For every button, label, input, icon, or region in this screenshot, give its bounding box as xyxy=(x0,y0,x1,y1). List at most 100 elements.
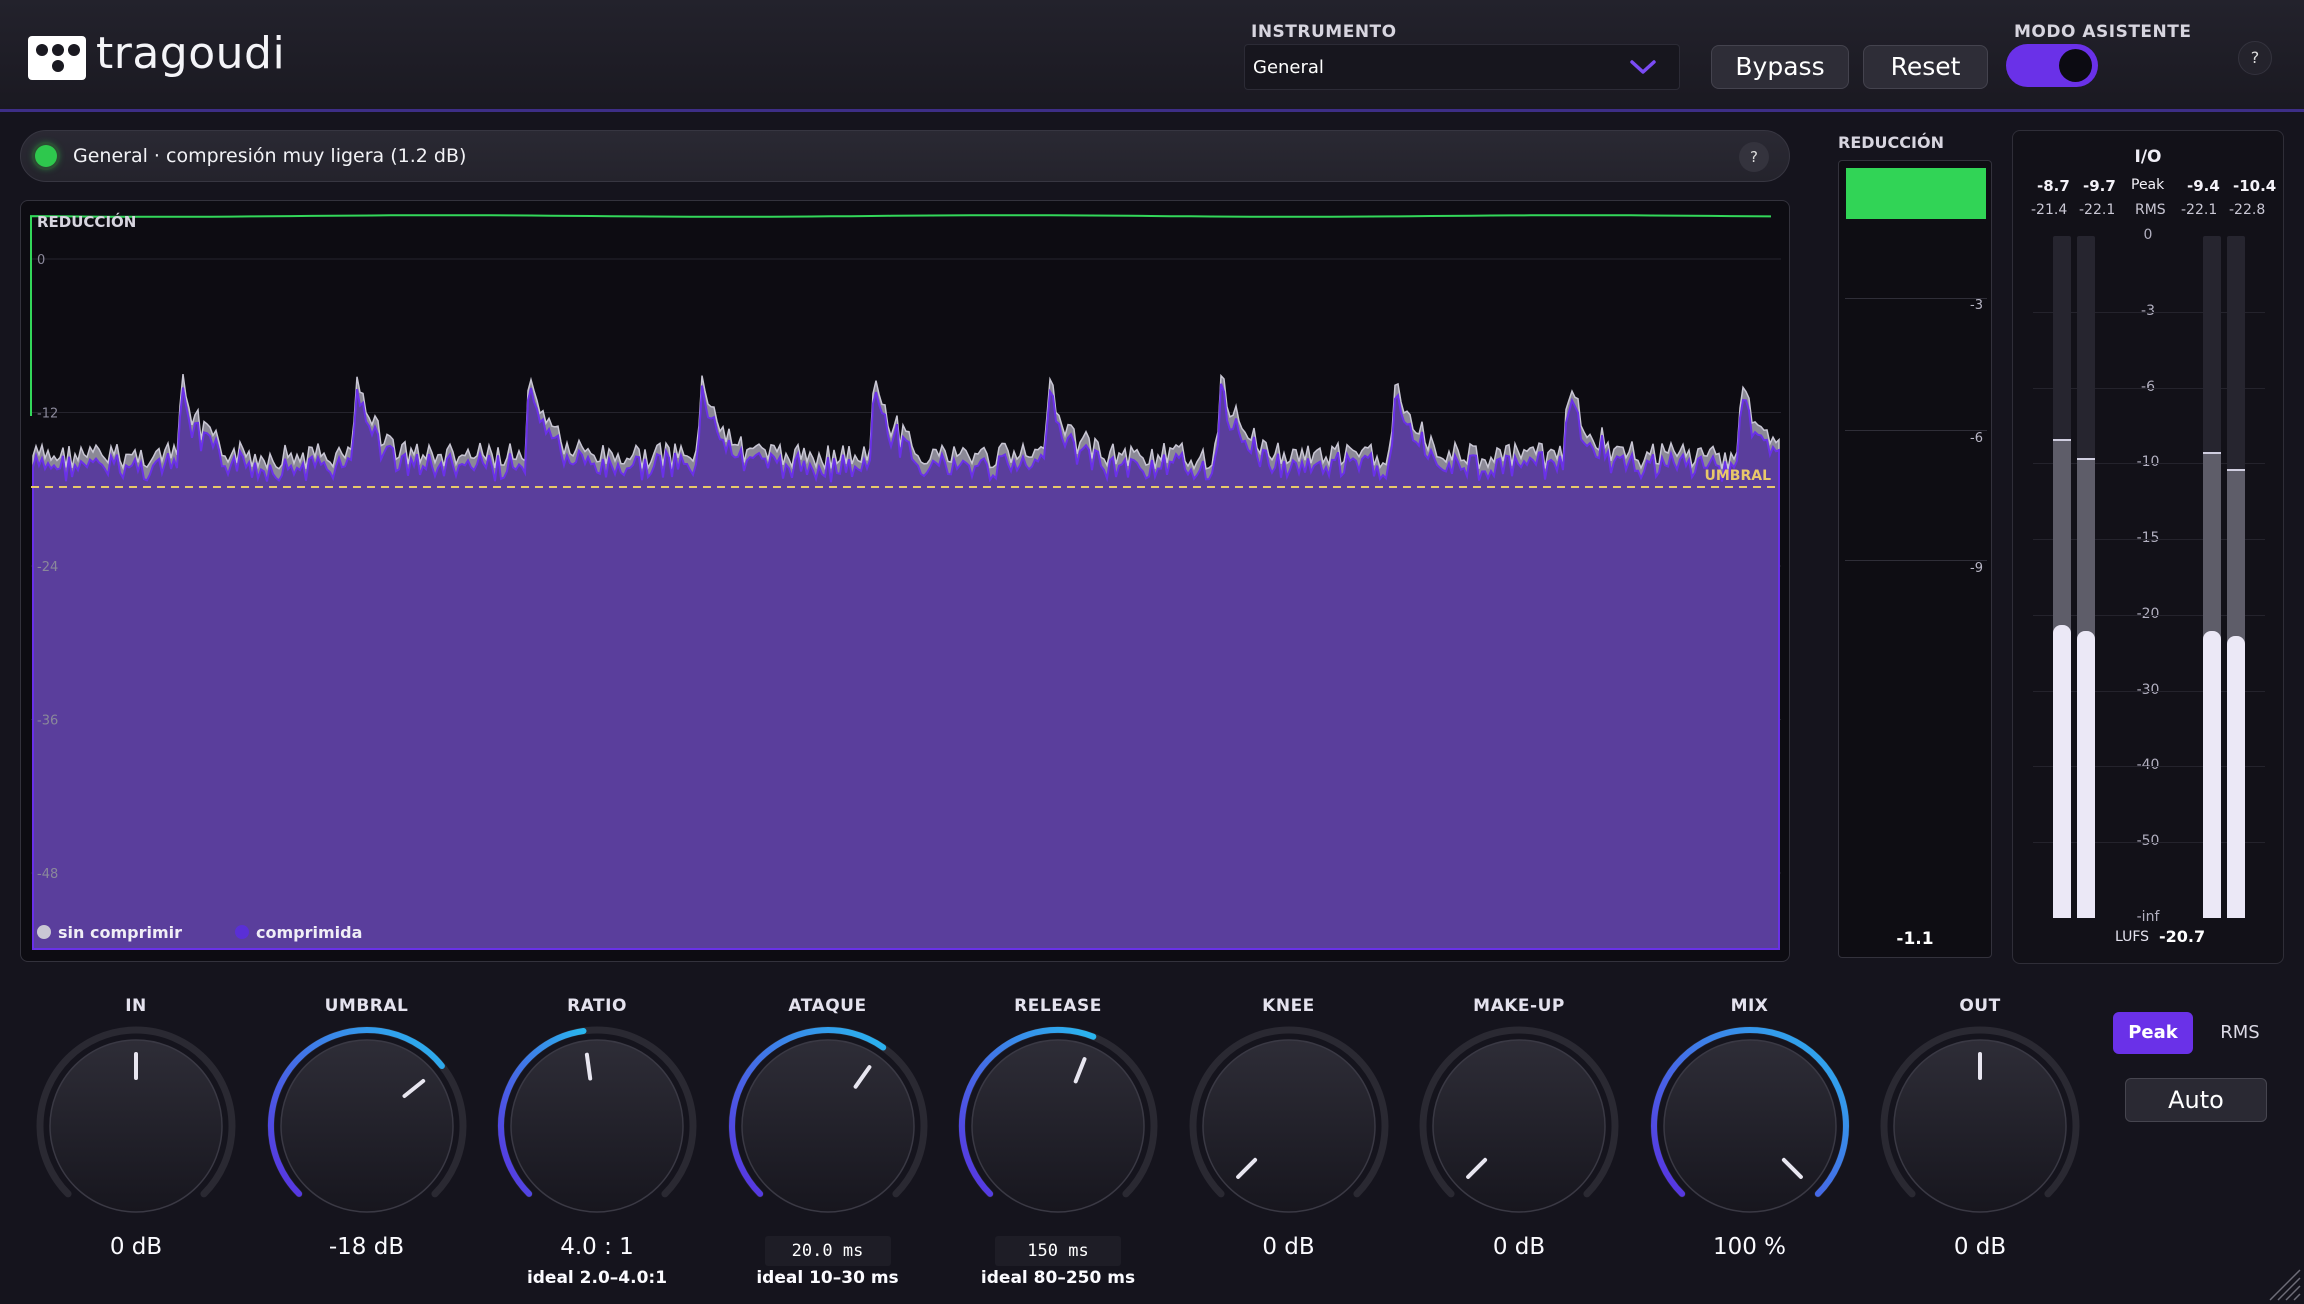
knob-out[interactable] xyxy=(1875,1022,2085,1232)
reduction-tick: -6 xyxy=(1970,431,1983,446)
knob-ideal-hint: ideal 80–250 ms xyxy=(980,1268,1136,1288)
peak-mode-button[interactable]: Peak xyxy=(2113,1012,2193,1054)
io-rms-bar xyxy=(2077,630,2095,918)
meter-gridline xyxy=(1845,298,1987,299)
reduction-tick: -3 xyxy=(1970,298,1983,313)
io-scale-label: -6 xyxy=(2141,378,2155,395)
knob-value-field[interactable]: 20.0 ms xyxy=(764,1236,891,1266)
reduction-meter-label: REDUCCIÓN xyxy=(1838,133,1944,152)
in-rms-left: -21.4 xyxy=(2031,202,2068,218)
gain-reduction-trace xyxy=(30,214,1772,416)
threshold-label: UMBRAL xyxy=(1704,468,1771,484)
knob-label-ratio: RATIO xyxy=(567,996,627,1016)
knob-value: 0 dB xyxy=(1262,1234,1315,1260)
in-rms-right: -22.1 xyxy=(2079,202,2116,218)
instrument-select[interactable]: General xyxy=(1244,44,1680,90)
knob-in[interactable] xyxy=(31,1022,241,1232)
knob-knee[interactable] xyxy=(1184,1022,1394,1232)
peak-caption: Peak xyxy=(2131,177,2165,193)
io-scale-label: 0 xyxy=(2143,227,2153,243)
knob-value: 4.0 : 1 xyxy=(560,1234,634,1260)
legend-dot-icon xyxy=(235,925,249,939)
waveform-plot: UMBRAL 0 -12 -24 -36 -48 xyxy=(30,214,1781,950)
y-tick-label: -24 xyxy=(37,560,58,575)
out-rms-left: -22.1 xyxy=(2181,202,2218,218)
knob-label-knee: KNEE xyxy=(1262,996,1315,1016)
out-peak-left: -9.4 xyxy=(2187,177,2220,195)
knob-label-ataque: ATAQUE xyxy=(788,996,867,1016)
io-scale-label: -30 xyxy=(2136,681,2160,698)
meter-gridline xyxy=(1845,560,1987,561)
status-text: General · compresión muy ligera (1.2 dB) xyxy=(73,145,467,167)
io-scale-label: -inf xyxy=(2136,909,2160,925)
knob-value: 0 dB xyxy=(1953,1234,2007,1260)
legend-compressed: comprimida xyxy=(235,923,362,942)
assistant-mode-toggle[interactable] xyxy=(2006,44,2098,87)
knob-ratio[interactable] xyxy=(492,1022,702,1232)
instrument-label: INSTRUMENTO xyxy=(1251,22,1397,42)
knob-ideal-hint: ideal 10–30 ms xyxy=(756,1268,899,1288)
out-rms-right: -22.8 xyxy=(2229,202,2266,218)
toggle-knob xyxy=(2059,49,2092,82)
knob-value-field[interactable]: 150 ms xyxy=(995,1236,1121,1266)
status-bar: General · compresión muy ligera (1.2 dB)… xyxy=(20,130,1790,182)
reduction-value: -1.1 xyxy=(1896,929,1934,949)
knob-makeup[interactable] xyxy=(1414,1022,1624,1232)
io-title: I/O xyxy=(2134,147,2162,167)
auto-button[interactable]: Auto xyxy=(2125,1078,2267,1122)
knob-ataque[interactable] xyxy=(723,1022,933,1232)
io-rms-bar xyxy=(2203,630,2221,918)
legend-label: comprimida xyxy=(256,923,363,942)
knob-label-release: RELEASE xyxy=(1014,996,1102,1016)
knob-label-out: OUT xyxy=(1959,996,2001,1016)
legend-label: sin comprimir xyxy=(58,923,182,942)
out-peak-right: -10.4 xyxy=(2233,177,2277,195)
legend-dot-icon xyxy=(37,925,51,939)
io-scale-label: -15 xyxy=(2136,530,2160,547)
legend-uncompressed: sin comprimir xyxy=(37,923,182,942)
rms-caption: RMS xyxy=(2135,202,2166,218)
knob-label-in: IN xyxy=(125,996,147,1016)
header-bar: tragoudi INSTRUMENTO General Bypass Rese… xyxy=(0,0,2304,112)
knob-value: 100 % xyxy=(1712,1234,1787,1260)
in-peak-left: -8.7 xyxy=(2037,177,2070,195)
knob-ideal-hint: ideal 2.0–4.0:1 xyxy=(526,1268,668,1288)
resize-grip-icon[interactable] xyxy=(2262,1262,2302,1302)
instrument-value: General xyxy=(1253,57,1324,78)
io-scale-label: -3 xyxy=(2141,302,2155,319)
y-tick-label: -36 xyxy=(37,714,58,729)
io-scale-label: -40 xyxy=(2136,757,2160,774)
io-scale-label: -20 xyxy=(2136,605,2160,622)
logo-icon xyxy=(28,36,86,80)
chevron-down-icon xyxy=(1629,55,1657,85)
lufs-label: LUFS xyxy=(2115,929,2150,945)
io-scale-label: -10 xyxy=(2136,454,2160,471)
io-rms-bar xyxy=(2227,636,2245,918)
status-led-icon xyxy=(35,145,57,167)
knob-label-mix: MIX xyxy=(1730,996,1769,1016)
in-peak-right: -9.7 xyxy=(2083,177,2116,195)
graph-title: REDUCCIÓN xyxy=(37,213,137,231)
y-tick-label: -48 xyxy=(37,867,58,882)
knob-umbral[interactable] xyxy=(262,1022,472,1232)
reduction-meter: -3 -6 -9 -1.1 xyxy=(1838,160,1992,958)
y-tick-label: 0 xyxy=(37,253,45,268)
rms-mode-button[interactable]: RMS xyxy=(2200,1012,2280,1054)
bypass-button[interactable]: Bypass xyxy=(1711,45,1849,89)
lufs-value: -20.7 xyxy=(2159,927,2206,946)
knob-release[interactable] xyxy=(953,1022,1163,1232)
meter-gridline xyxy=(1845,430,1987,431)
reduction-meter-fill xyxy=(1846,168,1986,219)
knob-value: 0 dB xyxy=(109,1234,163,1260)
status-help-button[interactable]: ? xyxy=(1739,142,1769,172)
y-tick-label: -12 xyxy=(37,407,58,422)
knob-value: 0 dB xyxy=(1492,1234,1546,1260)
knob-label-makeup: MAKE-UP xyxy=(1473,996,1565,1016)
knob-label-umbral: UMBRAL xyxy=(324,996,409,1016)
assistant-mode-label: MODO ASISTENTE xyxy=(2014,22,2192,42)
io-meter-panel: I/O -8.7 -9.7 Peak -9.4 -10.4 -21.4 -22.… xyxy=(2012,130,2284,964)
help-button[interactable]: ? xyxy=(2238,41,2272,75)
reset-button[interactable]: Reset xyxy=(1863,45,1988,89)
knob-mix[interactable] xyxy=(1645,1022,1855,1232)
io-scale-label: -50 xyxy=(2136,833,2160,850)
